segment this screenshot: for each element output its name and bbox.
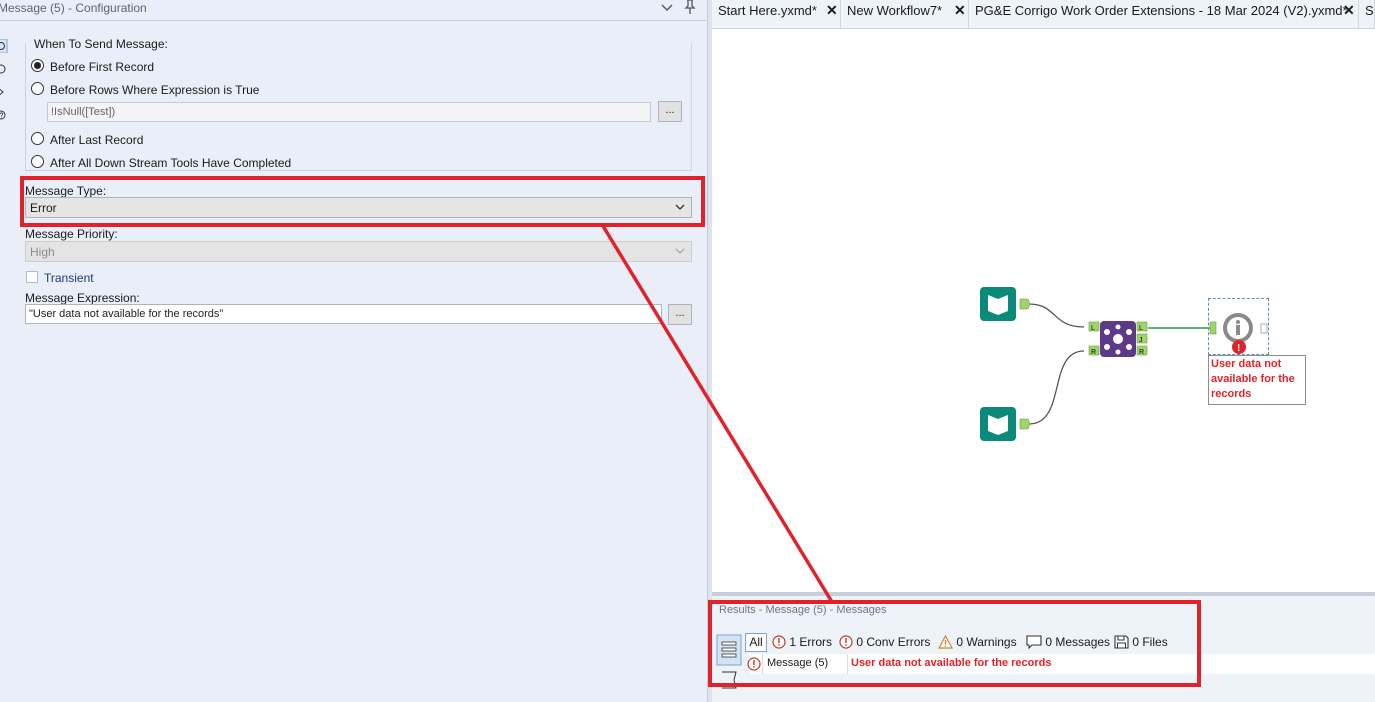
transient-label[interactable]: Transient: [44, 271, 94, 285]
results-panel: Results - Message (5) - Messages All 1 E…: [708, 596, 1375, 702]
message-priority-value: High: [30, 245, 55, 259]
highlight-box-message-type: [20, 176, 705, 227]
option-label-before-first-record[interactable]: Before First Record: [50, 60, 154, 74]
input-data-tool-2[interactable]: [980, 407, 1031, 441]
tool-message-line-1: User data not: [1211, 358, 1282, 370]
radio-after-last-record[interactable]: [31, 132, 44, 145]
option-label-before-rows-expression[interactable]: Before Rows Where Expression is True: [50, 83, 259, 97]
tab-label: Start Here.yxmd*: [718, 3, 817, 18]
tab-label: New Workflow7*: [847, 3, 943, 18]
tag-icon[interactable]: [0, 85, 9, 99]
radio-before-rows-expression[interactable]: [31, 82, 44, 95]
workflow-canvas[interactable]: L R L J R ! User data not available for …: [712, 29, 1375, 592]
radio-after-downstream[interactable]: [31, 155, 44, 168]
anchor-label-right: R: [1091, 349, 1096, 356]
message-priority-select[interactable]: High: [25, 241, 692, 262]
header-divider: [0, 20, 708, 21]
anchor-label-left-out: L: [1139, 325, 1143, 332]
message-priority-label: Message Priority:: [25, 227, 118, 241]
transient-checkbox[interactable]: [26, 271, 38, 283]
connection-input2-join: [1028, 350, 1085, 425]
tool-message-box: User data not available for the records: [1208, 355, 1306, 405]
message-expression-builder-button[interactable]: ...: [668, 304, 692, 325]
svg-text:?: ?: [0, 113, 4, 120]
tool-message-line-2: available for the: [1211, 373, 1295, 385]
anchor-label-join-out: J: [1139, 337, 1143, 344]
expression-builder-button[interactable]: ...: [658, 101, 682, 122]
chevron-down-icon[interactable]: [660, 0, 674, 16]
tab-pge-corrigo[interactable]: PG&E Corrigo Work Order Extensions - 18 …: [969, 0, 1359, 29]
configuration-title: Message (5) - Configuration: [0, 1, 147, 15]
tab-sc[interactable]: Sc: [1359, 0, 1375, 29]
join-tool[interactable]: L R L J R: [1088, 321, 1148, 357]
close-icon[interactable]: ✕: [1343, 2, 1355, 19]
chevron-down-icon: [675, 248, 685, 254]
configuration-panel: Message (5) - Configuration ? When To Se…: [0, 0, 708, 702]
option-label-after-downstream[interactable]: After All Down Stream Tools Have Complet…: [50, 156, 291, 170]
configuration-header: Message (5) - Configuration: [0, 0, 708, 18]
radio-before-first-record[interactable]: [31, 59, 44, 72]
pin-icon[interactable]: [683, 0, 697, 15]
highlight-box-results: [708, 600, 1201, 687]
tab-label: Sc: [1365, 3, 1374, 18]
gear-icon[interactable]: [0, 39, 9, 53]
anchor-label-right-out: R: [1139, 349, 1144, 356]
close-icon[interactable]: ✕: [826, 2, 838, 19]
tab-start-here[interactable]: Start Here.yxmd* ✕: [712, 0, 841, 29]
option-label-after-last-record[interactable]: After Last Record: [50, 133, 143, 147]
workflow-tabs: Start Here.yxmd* ✕ New Workflow7* ✕ PG&E…: [712, 0, 1375, 29]
connection-input1-join: [1028, 303, 1085, 328]
tool-selection-box: [1208, 298, 1269, 355]
anchor-label-left: L: [1091, 325, 1095, 332]
input-data-tool-1[interactable]: [980, 287, 1031, 321]
help-icon[interactable]: ?: [0, 108, 9, 122]
refresh-icon[interactable]: [0, 62, 9, 76]
close-icon[interactable]: ✕: [954, 2, 966, 19]
tab-new-workflow7[interactable]: New Workflow7* ✕: [841, 0, 969, 29]
message-expression-label: Message Expression:: [25, 291, 140, 305]
message-expression-field[interactable]: "User data not available for the records…: [25, 304, 662, 324]
expression-field[interactable]: !IsNull([Test]): [47, 102, 651, 122]
tab-label: PG&E Corrigo Work Order Extensions - 18 …: [975, 3, 1348, 18]
tool-message-line-3: records: [1211, 388, 1252, 400]
